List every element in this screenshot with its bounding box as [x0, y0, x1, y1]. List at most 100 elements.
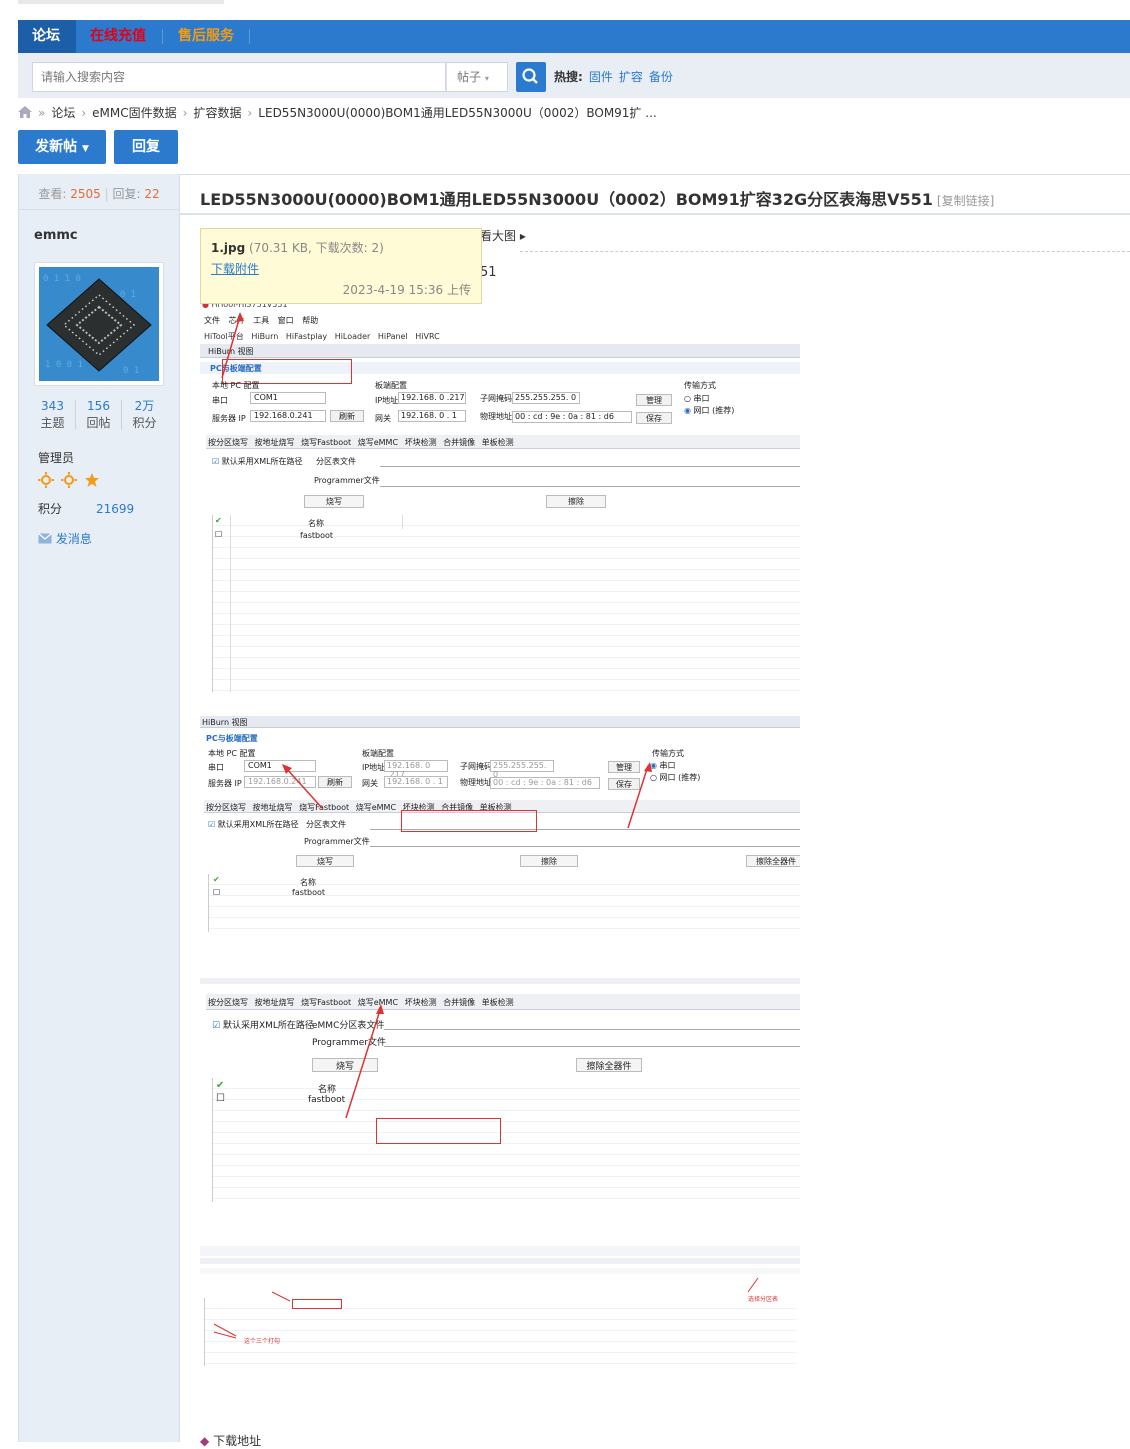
send-message-label: 发消息 [55, 532, 92, 546]
stat-label: 回帖 [86, 416, 111, 430]
breadcrumb-separator: » [38, 106, 46, 120]
table-col-divider [402, 515, 403, 529]
caret-down-icon: ▼ [81, 144, 89, 154]
breadcrumb-link[interactable]: eMMC固件数据 [92, 106, 176, 120]
stat-topics[interactable]: 343 主题 [30, 398, 75, 432]
screenshot-3: 按分区烧写 按地址烧写 烧写Fastboot 烧写eMMC 坏块检测 合并镜像 … [200, 978, 800, 1202]
partition-file-label: 分区表文件 [316, 457, 356, 466]
stat-points[interactable]: 2万 积分 [122, 398, 167, 432]
search-bar: 请输入搜索内容 帖子 ▾ 热搜: 固件 扩容 备份 [18, 53, 1130, 98]
download-attachment-link[interactable]: 下载附件 [211, 260, 471, 277]
table-col-divider [230, 515, 231, 692]
search-button[interactable] [516, 62, 546, 92]
radio-network: ◉ 网口 (推荐) [684, 405, 734, 416]
score-label: 积分 [38, 502, 63, 516]
header-border [180, 174, 1130, 175]
download-icon: ◆ [200, 1434, 210, 1448]
stat-label: 主题 [40, 416, 65, 430]
new-post-label: 发新帖 [35, 139, 78, 155]
views-label: 查看: [38, 187, 67, 201]
search-icon [522, 68, 538, 84]
ip-label: IP地址 [375, 396, 399, 405]
reply-button[interactable]: 回复 [114, 130, 178, 164]
stat-posts[interactable]: 156 回帖 [76, 398, 121, 432]
xml-checkbox: ☑ 默认采用XML所在路径 [212, 456, 303, 467]
gateway-field: 192.168. 0 . 1 [398, 410, 466, 422]
nav-service[interactable]: 售后服务 [164, 20, 248, 53]
partition-table [212, 515, 800, 692]
search-input[interactable]: 请输入搜索内容 [32, 62, 446, 92]
attachment-tooltip: 1.jpg (70.31 KB, 下载次数: 2) 下载附件 2023-4-19… [200, 228, 482, 304]
nav-divider [162, 29, 163, 44]
send-message-link[interactable]: 发消息 [38, 530, 92, 547]
screenshot-1: ● HiTool-Hi3751V551 文件 芯片 工具 窗口 帮助 HiToo… [200, 298, 800, 692]
nav-recharge[interactable]: 在线充值 [76, 20, 160, 53]
partition-file-field [380, 466, 800, 467]
checkbox-icon: ☐ [215, 530, 223, 539]
nav-divider [249, 29, 250, 44]
top-strip [18, 0, 224, 4]
table-cell: fastboot [300, 531, 334, 540]
burn-tab: 烧写Fastboot [301, 438, 352, 447]
avatar[interactable]: 0 1 1 01 0 11 0 0 10 1 [34, 262, 164, 386]
save-button: 保存 [636, 412, 672, 424]
screenshot-4: 这个三个打勾 选择分区表 [200, 1246, 800, 1366]
xml-label: 默认采用XML所在路径 [221, 457, 303, 466]
red-arrows [282, 762, 652, 829]
breadcrumb-separator: › [247, 106, 253, 120]
main-nav: 论坛 在线充值 售后服务 [18, 20, 1130, 53]
burn-tab: 坏块检测 [404, 438, 437, 447]
breadcrumb-link[interactable]: 论坛 [51, 106, 75, 120]
hot-link[interactable]: 备份 [649, 70, 673, 84]
nav-forum[interactable]: 论坛 [18, 20, 76, 53]
radio-label: 串口 [693, 394, 710, 403]
programmer-file-field [380, 486, 800, 487]
breadcrumb-current: LED55N3000U(0000)BOM1通用LED55N3000U（0002）… [258, 106, 657, 120]
envelope-icon [38, 533, 52, 544]
views-count: 2505 [70, 187, 101, 201]
check-icon: ✔ [215, 516, 222, 525]
server-ip-select: 192.168.0.241 [250, 410, 326, 422]
thread-title: LED55N3000U(0000)BOM1通用LED55N3000U（0002）… [200, 186, 994, 210]
download-footer: ◆ 下载地址 [200, 1432, 261, 1449]
search-type-select[interactable]: 帖子 ▾ [446, 62, 508, 92]
red-arrow [345, 1004, 384, 1119]
programmer-file-label: Programmer文件 [314, 476, 380, 485]
attachment-name: 1.jpg [211, 241, 246, 255]
hot-searches: 热搜: 固件 扩容 备份 [554, 68, 673, 85]
copy-link[interactable]: [复制链接] [937, 194, 994, 208]
hot-link[interactable]: 固件 [589, 70, 613, 84]
toolbar-item: HiVRC [415, 332, 440, 341]
stat-value: 343 [41, 399, 64, 413]
attachment-date: 2023-4-19 15:36 上传 [342, 283, 471, 297]
home-icon[interactable] [18, 106, 32, 118]
attachment-meta: (70.31 KB, 下载次数: 2) [249, 241, 384, 255]
mask-label: 子网掩码 [480, 394, 512, 403]
download-footer-text[interactable]: 下载地址 [213, 1434, 261, 1448]
burn-tab: 按地址烧写 [254, 438, 295, 447]
burn-tab: 按分区烧写 [208, 438, 248, 447]
ip-field: 192.168. 0 .217 [398, 392, 466, 404]
sun-icon [38, 472, 54, 488]
radio-serial: ○ 串口 [684, 394, 710, 403]
red-arrow [221, 312, 244, 379]
author-name[interactable]: emmc [34, 228, 78, 243]
stat-value: 156 [87, 399, 110, 413]
user-role[interactable]: 管理员 [38, 449, 74, 466]
emmc-chip-image: 0 1 1 01 0 11 0 0 10 1 [39, 267, 159, 381]
view-full-image-link[interactable]: 看大图 ▸ [480, 227, 526, 244]
hot-link[interactable]: 扩容 [619, 70, 643, 84]
stat-label: 积分 [132, 416, 157, 430]
breadcrumb-link[interactable]: 扩容数据 [193, 106, 241, 120]
table-header-name: 名称 [308, 519, 324, 528]
radio-checked-icon: ◉ [684, 406, 691, 415]
new-post-button[interactable]: 发新帖 ▼ [18, 130, 106, 164]
post-subtitle-fragment: 51 [480, 265, 497, 280]
view-full-image-label: 看大图 [480, 229, 517, 243]
burn-tabs: 按分区烧写 按地址烧写 烧写Fastboot 烧写eMMC 坏块检测 合并镜像 … [206, 435, 800, 449]
title-divider [180, 213, 1130, 215]
erase-button: 擦除 [546, 495, 606, 508]
mask-field: 255.255.255. 0 [512, 392, 580, 404]
refresh-button: 刷新 [330, 410, 364, 422]
breadcrumb-separator: › [182, 106, 188, 120]
